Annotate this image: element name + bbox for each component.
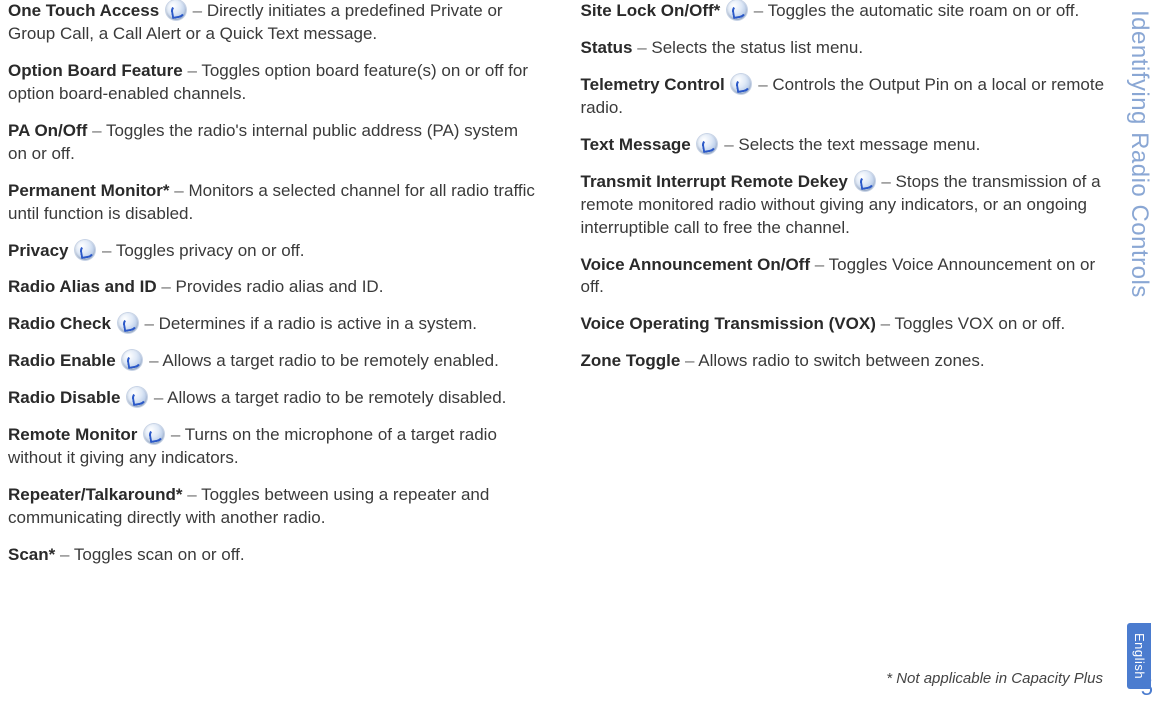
- feature-icon: [118, 313, 138, 333]
- separator-dash: –: [193, 1, 207, 20]
- feature-icon: [731, 74, 751, 94]
- feature-entry: Radio Check – Determines if a radio is a…: [8, 313, 537, 336]
- feature-entry: PA On/Off – Toggles the radio's internal…: [8, 120, 537, 166]
- feature-term: Text Message: [581, 135, 691, 154]
- separator-dash: –: [685, 351, 698, 370]
- feature-entry: Voice Operating Transmission (VOX) – Tog…: [581, 313, 1110, 336]
- feature-term: Option Board Feature: [8, 61, 183, 80]
- feature-term: Voice Operating Transmission (VOX): [581, 314, 876, 333]
- feature-entry: Repeater/Talkaround* – Toggles between u…: [8, 484, 537, 530]
- separator-dash: –: [149, 351, 162, 370]
- side-tab: Identifying Radio Controls English: [1121, 10, 1157, 689]
- separator-dash: –: [102, 241, 116, 260]
- feature-term: Privacy: [8, 241, 69, 260]
- feature-description: Toggles scan on or off.: [74, 545, 245, 564]
- separator-dash: –: [754, 1, 768, 20]
- separator-dash: –: [724, 135, 738, 154]
- feature-description: Provides radio alias and ID.: [176, 277, 384, 296]
- feature-term: Transmit Interrupt Remote Dekey: [581, 172, 848, 191]
- feature-icon: [727, 0, 747, 20]
- separator-dash: –: [815, 255, 829, 274]
- feature-description: Toggles the automatic site roam on or of…: [768, 1, 1080, 20]
- separator-dash: –: [161, 277, 175, 296]
- separator-dash: –: [92, 121, 106, 140]
- footnote: * Not applicable in Capacity Plus: [886, 669, 1103, 689]
- feature-entry: Radio Alias and ID – Provides radio alia…: [8, 276, 537, 299]
- feature-term: Scan*: [8, 545, 55, 564]
- feature-term: Remote Monitor: [8, 425, 137, 444]
- feature-icon: [75, 240, 95, 260]
- page-body: One Touch Access – Directly initiates a …: [0, 0, 1117, 589]
- feature-entry: Remote Monitor – Turns on the microphone…: [8, 424, 537, 470]
- separator-dash: –: [881, 314, 895, 333]
- left-column: One Touch Access – Directly initiates a …: [8, 0, 559, 581]
- separator-dash: –: [637, 38, 651, 57]
- feature-term: Radio Enable: [8, 351, 116, 370]
- feature-icon: [144, 424, 164, 444]
- feature-term: Repeater/Talkaround*: [8, 485, 182, 504]
- separator-dash: –: [154, 388, 167, 407]
- separator-dash: –: [881, 172, 895, 191]
- feature-term: One Touch Access: [8, 1, 159, 20]
- feature-description: Selects the status list menu.: [651, 38, 863, 57]
- section-title: Identifying Radio Controls: [1123, 10, 1155, 298]
- feature-term: PA On/Off: [8, 121, 87, 140]
- feature-term: Radio Disable: [8, 388, 120, 407]
- separator-dash: –: [758, 75, 772, 94]
- feature-term: Radio Alias and ID: [8, 277, 157, 296]
- separator-dash: –: [174, 181, 188, 200]
- page-number: 5: [1141, 673, 1153, 703]
- separator-dash: –: [144, 314, 158, 333]
- separator-dash: –: [60, 545, 74, 564]
- feature-entry: Site Lock On/Off* – Toggles the automati…: [581, 0, 1110, 23]
- feature-entry: Voice Announcement On/Off – Toggles Voic…: [581, 254, 1110, 300]
- feature-icon: [697, 134, 717, 154]
- feature-entry: Radio Enable – Allows a target radio to …: [8, 350, 537, 373]
- feature-icon: [855, 171, 875, 191]
- feature-term: Voice Announcement On/Off: [581, 255, 811, 274]
- feature-term: Permanent Monitor*: [8, 181, 170, 200]
- feature-term: Status: [581, 38, 633, 57]
- feature-entry: Permanent Monitor* – Monitors a selected…: [8, 180, 537, 226]
- feature-icon: [127, 387, 147, 407]
- feature-entry: Status – Selects the status list menu.: [581, 37, 1110, 60]
- separator-dash: –: [187, 61, 201, 80]
- feature-description: Allows a target radio to be remotely dis…: [167, 388, 506, 407]
- feature-term: Zone Toggle: [581, 351, 681, 370]
- feature-icon: [122, 350, 142, 370]
- feature-entry: Option Board Feature – Toggles option bo…: [8, 60, 537, 106]
- feature-entry: Zone Toggle – Allows radio to switch bet…: [581, 350, 1110, 373]
- feature-entry: Telemetry Control – Controls the Output …: [581, 74, 1110, 120]
- feature-entry: Scan* – Toggles scan on or off.: [8, 544, 537, 567]
- feature-entry: One Touch Access – Directly initiates a …: [8, 0, 537, 46]
- feature-term: Site Lock On/Off*: [581, 1, 721, 20]
- separator-dash: –: [187, 485, 201, 504]
- feature-term: Telemetry Control: [581, 75, 725, 94]
- separator-dash: –: [171, 425, 185, 444]
- feature-description: Determines if a radio is active in a sys…: [159, 314, 477, 333]
- right-column: Site Lock On/Off* – Toggles the automati…: [559, 0, 1110, 581]
- feature-description: Toggles privacy on or off.: [116, 241, 305, 260]
- feature-entry: Privacy – Toggles privacy on or off.: [8, 240, 537, 263]
- feature-entry: Transmit Interrupt Remote Dekey – Stops …: [581, 171, 1110, 240]
- feature-term: Radio Check: [8, 314, 111, 333]
- feature-description: Allows a target radio to be remotely ena…: [162, 351, 498, 370]
- feature-description: Allows radio to switch between zones.: [698, 351, 984, 370]
- feature-icon: [166, 0, 186, 20]
- feature-description: Toggles VOX on or off.: [894, 314, 1065, 333]
- feature-entry: Text Message – Selects the text message …: [581, 134, 1110, 157]
- feature-description: Selects the text message menu.: [738, 135, 980, 154]
- feature-entry: Radio Disable – Allows a target radio to…: [8, 387, 537, 410]
